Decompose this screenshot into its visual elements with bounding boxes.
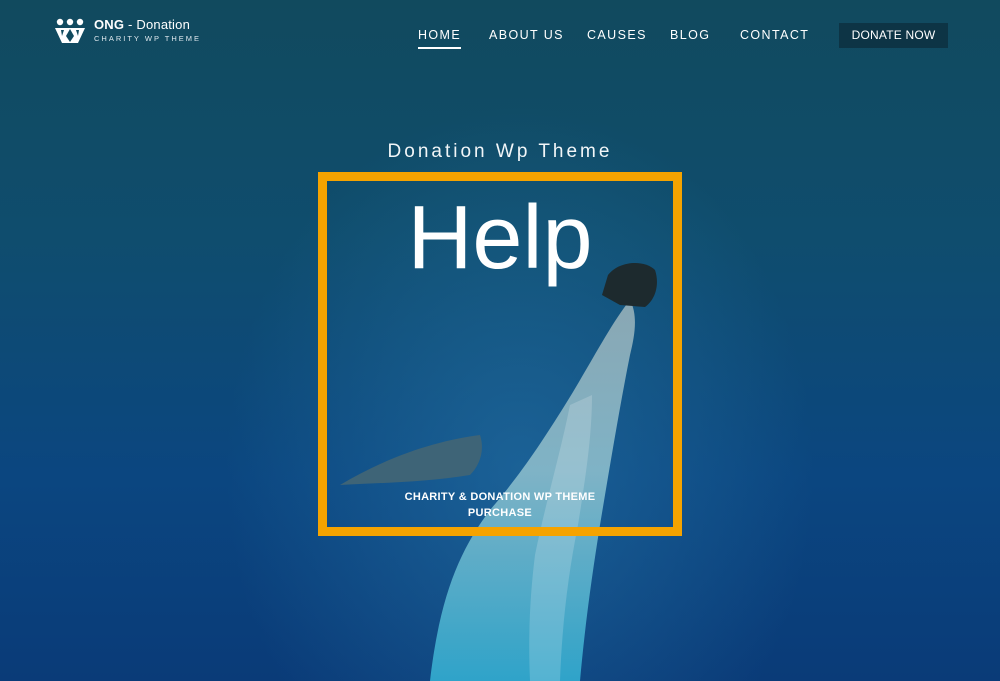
hero-title: Help: [407, 188, 593, 288]
site-header: ONG - Donation CHARITY WP THEME HOME ABO…: [0, 0, 1000, 70]
hero-subtitle: Donation Wp Theme: [387, 141, 613, 162]
nav-item-blog[interactable]: BLOG: [670, 26, 710, 44]
nav-item-contact[interactable]: CONTACT: [740, 26, 809, 44]
donate-now-button[interactable]: DONATE NOW: [839, 23, 948, 48]
purchase-link[interactable]: CHARITY & DONATION WP THEME PURCHASE: [0, 489, 1000, 521]
nav-item-about-us[interactable]: ABOUT US: [489, 26, 564, 44]
nav-item-causes[interactable]: CAUSES: [587, 26, 647, 44]
nav-item-home[interactable]: HOME: [418, 26, 462, 49]
purchase-link-line2: PURCHASE: [467, 507, 533, 519]
purchase-link-line1: CHARITY & DONATION WP THEME: [404, 491, 596, 503]
